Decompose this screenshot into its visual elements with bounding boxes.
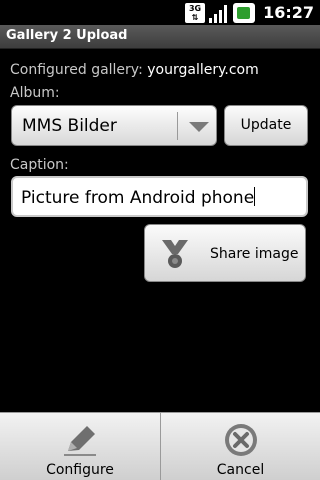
caption-value: Picture from Android phone [21,188,255,208]
share-image-label: Share image [210,246,299,262]
signal-strength-icon [209,3,229,23]
menu-item-configure[interactable]: Configure [0,413,160,480]
clock: 16:27 [263,3,314,22]
cancel-icon [225,424,257,456]
options-menu: Configure Cancel [0,412,320,480]
app-title: Gallery 2 Upload [6,28,128,43]
text-cursor [254,187,256,206]
configured-gallery-value: yourgallery.com [147,62,259,78]
update-button[interactable]: Update [224,105,308,146]
album-selected-value: MMS Bilder [22,116,117,136]
spinner-divider [177,112,178,140]
network-3g-icon: 3G ⇅ [185,2,206,23]
pencil-icon [64,426,96,456]
status-bar: 3G ⇅ 16:27 [0,0,320,25]
battery-icon [233,2,256,23]
share-icon [162,240,188,268]
status-icons: 3G ⇅ 16:27 [185,2,314,23]
menu-item-cancel[interactable]: Cancel [160,413,320,480]
cancel-label: Cancel [216,462,265,478]
chevron-down-icon [189,122,209,132]
caption-input[interactable]: Picture from Android phone [11,176,308,217]
caption-label: Caption: [10,157,69,173]
configured-gallery-label: Configured gallery: [10,62,143,78]
title-bar: Gallery 2 Upload [0,25,320,49]
configure-label: Configure [46,462,114,478]
configured-gallery-row: Configured gallery: yourgallery.com [10,62,259,78]
share-image-button[interactable]: Share image [144,224,306,282]
album-spinner[interactable]: MMS Bilder [11,105,217,146]
album-label: Album: [10,85,60,101]
caption-input-text: Picture from Android phone [21,187,256,208]
